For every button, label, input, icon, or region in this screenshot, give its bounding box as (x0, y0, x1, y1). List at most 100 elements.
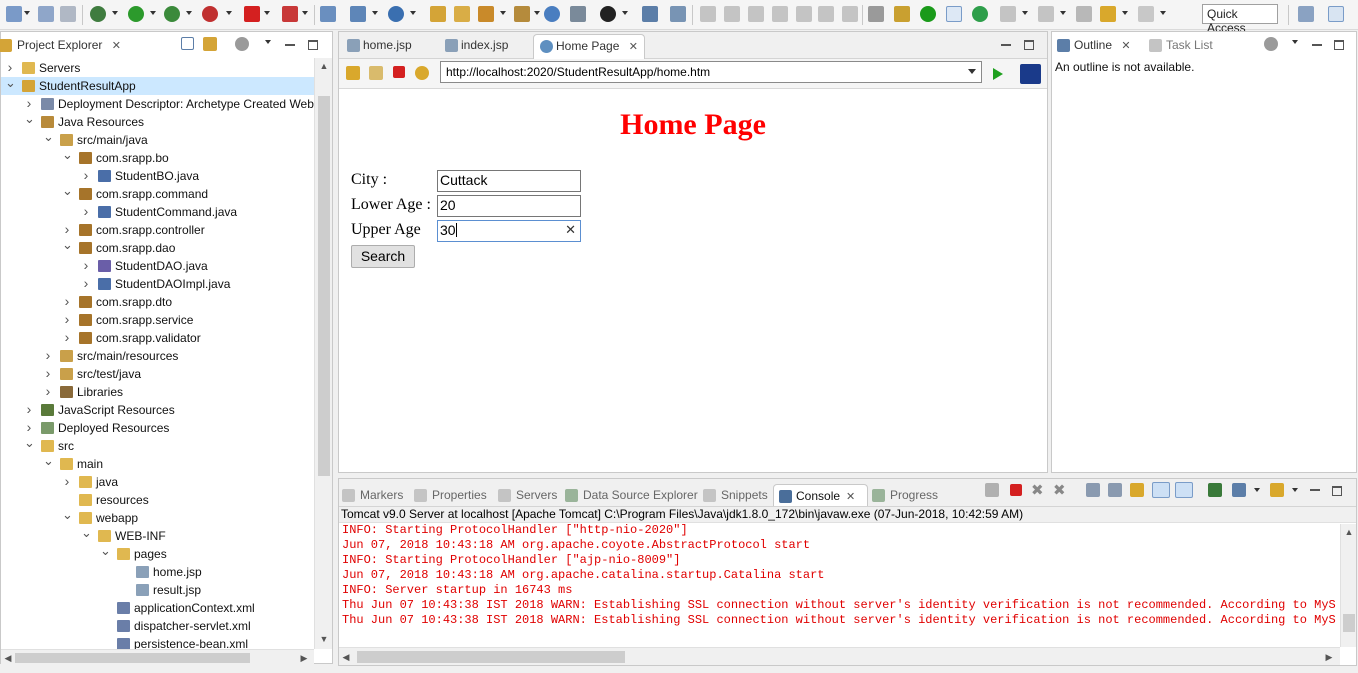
scroll-up-icon[interactable]: ▲ (318, 60, 330, 72)
console-horizontal-scrollbar[interactable]: ◀ ▶ (339, 647, 1340, 665)
maximize-icon[interactable] (1332, 486, 1342, 496)
chevron-down-icon[interactable] (150, 11, 156, 15)
scroll-right-icon[interactable]: ▶ (1324, 651, 1334, 663)
scroll-up-icon[interactable]: ▲ (1343, 526, 1355, 538)
tab-progress[interactable]: Progress (872, 484, 938, 506)
tab-data-source-explorer[interactable]: Data Source Explorer (565, 484, 698, 506)
minimize-icon[interactable] (1312, 40, 1322, 46)
new-server-icon[interactable] (350, 6, 366, 22)
tab-servers[interactable]: Servers (498, 484, 557, 506)
view-menu-icon[interactable] (1292, 40, 1298, 44)
tree-item[interactable]: › src/test/java (1, 365, 314, 383)
back-icon[interactable] (1100, 6, 1116, 22)
tab-console[interactable]: Console ✕ (773, 484, 868, 506)
task-icon[interactable] (514, 6, 530, 22)
word-wrap-icon[interactable] (1130, 483, 1144, 497)
upper-age-input[interactable]: 30 ✕ (437, 220, 581, 242)
scroll-left-icon[interactable]: ◀ (3, 652, 13, 664)
eclipse-browser-icon[interactable] (1020, 64, 1041, 84)
restart-icon[interactable] (985, 483, 999, 497)
tree-item[interactable]: ⌄ src/main/java (1, 130, 314, 149)
expanded-arrow-icon[interactable]: ⌄ (81, 526, 92, 539)
collapsed-arrow-icon[interactable]: › (62, 221, 72, 238)
expanded-arrow-icon[interactable]: ⌄ (24, 436, 35, 449)
chevron-down-icon[interactable] (1060, 11, 1066, 15)
open-perspective-button-icon[interactable] (1298, 6, 1314, 22)
minimize-icon[interactable] (285, 40, 295, 46)
url-input[interactable]: http://localhost:2020/StudentResultApp/h… (440, 61, 982, 83)
tab-task-list[interactable]: Task List (1146, 34, 1219, 59)
collapsed-arrow-icon[interactable]: › (24, 401, 34, 418)
tree-item[interactable]: resources (1, 491, 314, 509)
tab-home-page[interactable]: Home Page ✕ (533, 34, 645, 59)
tab-project-explorer[interactable]: Project Explorer ✕ (0, 34, 127, 59)
java-ee-perspective-icon[interactable] (1328, 6, 1344, 22)
tab-snippets[interactable]: Snippets (703, 484, 768, 506)
tree-item[interactable]: ⌄ WEB-INF (1, 526, 314, 545)
chevron-down-icon[interactable] (1292, 488, 1298, 492)
tree-item[interactable]: › com.srapp.validator (1, 329, 314, 347)
tree-item[interactable]: › java (1, 473, 314, 491)
chevron-down-icon[interactable] (226, 11, 232, 15)
tree-item[interactable]: ⌄ StudentResultApp (1, 76, 314, 95)
collapsed-arrow-icon[interactable]: › (43, 347, 53, 364)
tree-item[interactable]: ⌄ com.srapp.bo (1, 148, 314, 167)
remove-launch-icon[interactable]: ✖ (1031, 481, 1044, 499)
collapsed-arrow-icon[interactable]: › (43, 383, 53, 400)
new-class-icon[interactable] (388, 6, 404, 22)
chevron-down-icon[interactable] (500, 11, 506, 15)
tree-item[interactable]: home.jsp (1, 563, 314, 581)
coverage-icon[interactable] (164, 6, 180, 22)
chevron-down-icon[interactable] (622, 11, 628, 15)
expanded-arrow-icon[interactable]: ⌄ (62, 148, 73, 161)
close-icon[interactable]: ✕ (1121, 40, 1130, 52)
search-tool-icon[interactable] (478, 6, 494, 22)
chevron-down-icon[interactable] (186, 11, 192, 15)
expanded-arrow-icon[interactable]: ⌄ (24, 112, 35, 125)
collapsed-arrow-icon[interactable]: › (24, 95, 34, 112)
tree-item[interactable]: dispatcher-servlet.xml (1, 617, 314, 635)
maximize-icon[interactable] (308, 40, 318, 50)
tab-markers[interactable]: Markers (342, 484, 403, 506)
clear-input-icon[interactable]: ✕ (565, 222, 576, 238)
close-icon[interactable]: ✕ (629, 41, 638, 53)
pin-icon[interactable] (570, 6, 586, 22)
previous-annotation-icon[interactable] (1038, 6, 1054, 22)
chevron-down-icon[interactable] (372, 11, 378, 15)
close-icon[interactable]: ✕ (112, 40, 121, 52)
pin-console-icon[interactable] (1208, 483, 1222, 497)
expanded-arrow-icon[interactable]: ⌄ (62, 184, 73, 197)
tab-properties[interactable]: Properties (414, 484, 487, 506)
refresh-icon[interactable] (868, 6, 884, 22)
scroll-lock-icon[interactable] (1108, 483, 1122, 497)
collapsed-arrow-icon[interactable]: › (81, 257, 91, 274)
collapsed-arrow-icon[interactable]: › (81, 167, 91, 184)
chevron-down-icon[interactable] (302, 11, 308, 15)
minimize-icon[interactable] (1001, 40, 1011, 46)
tab-outline[interactable]: Outline ✕ (1054, 34, 1137, 59)
external-tools-icon[interactable] (202, 6, 218, 22)
chevron-down-icon[interactable] (264, 11, 270, 15)
tree-item[interactable]: › Deployed Resources (1, 419, 314, 437)
expanded-arrow-icon[interactable]: ⌄ (62, 238, 73, 251)
display-console-icon[interactable] (1232, 483, 1246, 497)
tree-item[interactable]: › StudentCommand.java (1, 203, 314, 221)
tree-item[interactable]: › StudentBO.java (1, 167, 314, 185)
console-vertical-scrollbar[interactable]: ▲ (1340, 524, 1356, 647)
collapsed-arrow-icon[interactable]: › (62, 329, 72, 346)
tree-item[interactable]: ⌄ com.srapp.dao (1, 238, 314, 257)
collapsed-arrow-icon[interactable]: › (62, 311, 72, 328)
open-folder-icon[interactable] (430, 6, 446, 22)
scroll-left-icon[interactable]: ◀ (341, 651, 351, 663)
chevron-down-icon[interactable] (24, 11, 30, 15)
maximize-icon[interactable] (1334, 40, 1344, 50)
minimize-icon[interactable] (1310, 485, 1320, 491)
new-icon[interactable] (6, 6, 22, 22)
close-icon[interactable]: ✕ (846, 491, 855, 503)
tree-item[interactable]: › Libraries (1, 383, 314, 401)
terminate-console-icon[interactable] (1010, 484, 1022, 496)
tree-item[interactable]: ⌄ pages (1, 544, 314, 563)
tree-item[interactable]: ⌄ main (1, 454, 314, 473)
collapsed-arrow-icon[interactable]: › (62, 293, 72, 310)
remove-all-icon[interactable]: ✖ (1053, 481, 1066, 499)
